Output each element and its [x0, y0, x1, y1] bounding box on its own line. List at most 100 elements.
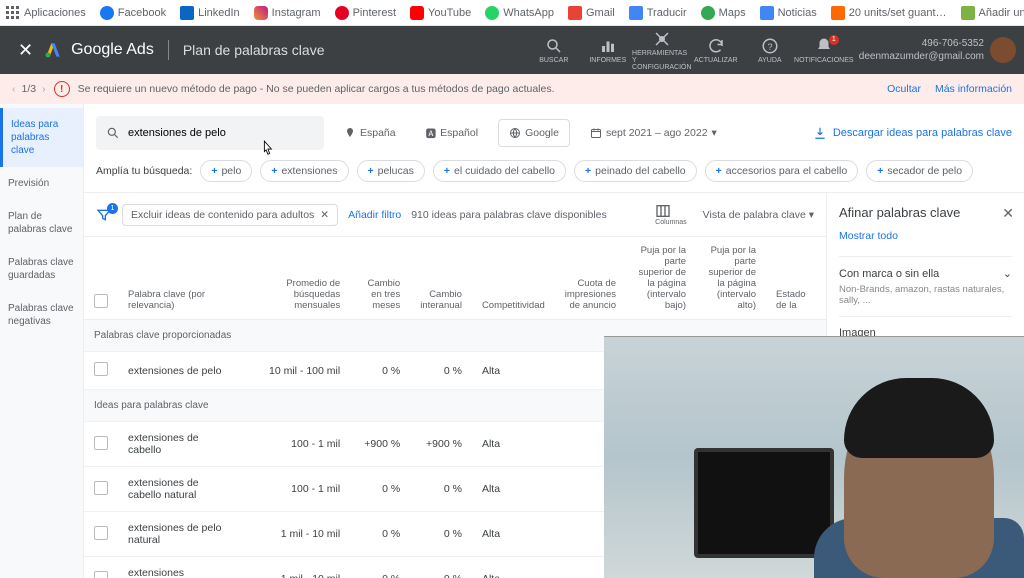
- tool-refresh[interactable]: Actualizar: [689, 37, 743, 64]
- broaden-pill[interactable]: +secador de pelo: [866, 160, 973, 182]
- brand-name: Google Ads: [71, 41, 154, 59]
- close-icon[interactable]: ✕: [320, 209, 329, 221]
- calendar-icon: [590, 127, 602, 139]
- broaden-pill[interactable]: +extensiones: [260, 160, 348, 182]
- select-all-checkbox[interactable]: [94, 294, 108, 308]
- col-bidhigh[interactable]: Puja por la parte superior de la página …: [696, 237, 766, 320]
- avatar[interactable]: [990, 37, 1016, 63]
- alert-counter: 1/3: [22, 83, 37, 95]
- location-selector[interactable]: España: [334, 119, 406, 147]
- bookmark-facebook[interactable]: Facebook: [100, 6, 166, 20]
- tool-settings[interactable]: Herramientas y configuración: [635, 30, 689, 71]
- bookmark-aliexpress[interactable]: 20 units/set guant…: [831, 6, 947, 20]
- language-selector[interactable]: 🅰Español: [416, 119, 488, 147]
- sidebar-item-negative-keywords[interactable]: Palabras clave negativas: [0, 292, 83, 338]
- cell-avg: 100 - 1 mil: [240, 422, 350, 467]
- col-impr[interactable]: Cuota de impresiones de anuncio: [555, 237, 626, 320]
- bookmark-pinterest[interactable]: Pinterest: [335, 6, 396, 20]
- apps-label: Aplicaciones: [24, 7, 86, 19]
- account-info[interactable]: 496-706-5352 deenmazumder@gmail.com: [859, 37, 984, 63]
- row-checkbox[interactable]: [94, 481, 108, 495]
- broaden-pill[interactable]: +peinado del cabello: [574, 160, 697, 182]
- row-checkbox[interactable]: [94, 362, 108, 376]
- row-checkbox[interactable]: [94, 436, 108, 450]
- broaden-pill[interactable]: +pelucas: [357, 160, 425, 182]
- webcam-overlay: [604, 336, 1024, 578]
- bookmark-translate[interactable]: Traducir: [629, 6, 687, 20]
- cell-chgy: 0 %: [410, 512, 472, 557]
- cell-chgy: 0 %: [410, 467, 472, 512]
- cell-chgy: 0 %: [410, 557, 472, 578]
- filter-icon[interactable]: 1: [96, 207, 112, 223]
- bookmark-instagram[interactable]: Instagram: [254, 6, 321, 20]
- bookmark-youtube[interactable]: YouTube: [410, 6, 471, 20]
- refine-show-all[interactable]: Mostrar todo: [839, 230, 1012, 242]
- alert-nav: ‹ 1/3 ›: [12, 83, 46, 95]
- alert-hide[interactable]: Ocultar: [887, 83, 921, 95]
- download-ideas[interactable]: Descargar ideas para palabras clave: [813, 126, 1012, 140]
- close-button[interactable]: ✕: [8, 40, 43, 61]
- broaden-search-row: Amplía tu búsqueda: +pelo +extensiones +…: [84, 156, 1024, 193]
- cell-avg: 1 mil - 10 mil: [240, 512, 350, 557]
- col-comp[interactable]: Competitividad: [472, 237, 555, 320]
- col-chgy[interactable]: Cambio interanual: [410, 237, 472, 320]
- cell-comp: Alta: [472, 512, 555, 557]
- search-box[interactable]: [96, 116, 324, 150]
- cell-comp: Alta: [472, 422, 555, 467]
- refine-close[interactable]: ✕: [1002, 205, 1014, 222]
- columns-icon: [655, 203, 671, 219]
- tool-reports[interactable]: Informes: [581, 37, 635, 64]
- row-checkbox[interactable]: [94, 526, 108, 540]
- apps-button[interactable]: Aplicaciones: [6, 6, 86, 20]
- sidebar-item-forecast[interactable]: Previsión: [0, 167, 83, 200]
- sidebar-item-saved-keywords[interactable]: Palabras clave guardadas: [0, 246, 83, 292]
- view-selector[interactable]: Vista de palabra clave ▾: [703, 209, 814, 221]
- bookmark-whatsapp[interactable]: WhatsApp: [485, 6, 554, 20]
- cell-comp: Alta: [472, 557, 555, 578]
- tool-help[interactable]: ?Ayuda: [743, 37, 797, 64]
- sidebar-item-keyword-ideas[interactable]: Ideas para palabras clave: [0, 108, 83, 167]
- columns-button[interactable]: Columnas: [655, 203, 687, 226]
- alert-more[interactable]: Más información: [935, 83, 1012, 95]
- bookmark-maps[interactable]: Maps: [701, 6, 746, 20]
- broaden-pill[interactable]: +pelo: [200, 160, 252, 182]
- bookmark-prestashop[interactable]: Añadir una nueva e…: [961, 6, 1024, 20]
- warning-icon: !: [54, 81, 70, 97]
- col-avg[interactable]: Promedio de búsquedas mensuales: [240, 237, 350, 320]
- broaden-pill[interactable]: +el cuidado del cabello: [433, 160, 566, 182]
- col-chg3[interactable]: Cambio en tres meses: [350, 237, 410, 320]
- cell-avg: 100 - 1 mil: [240, 467, 350, 512]
- network-selector[interactable]: Google: [498, 119, 570, 147]
- bookmarks-bar: Aplicaciones Facebook LinkedIn Instagram…: [0, 0, 1024, 26]
- chevron-down-icon: ⌄: [1003, 267, 1012, 280]
- add-filter[interactable]: Añadir filtro: [348, 209, 401, 221]
- bookmark-linkedin[interactable]: LinkedIn: [180, 6, 240, 20]
- bookmark-news[interactable]: Noticias: [760, 6, 817, 20]
- pin-icon: [344, 127, 356, 139]
- cell-chg3: 0 %: [350, 512, 410, 557]
- ideas-count: 910 ideas para palabras clave disponible…: [411, 209, 607, 221]
- tool-search[interactable]: Buscar: [527, 37, 581, 64]
- filter-tag[interactable]: Excluir ideas de contenido para adultos✕: [122, 204, 338, 226]
- cell-chg3: 0 %: [350, 467, 410, 512]
- broaden-label: Amplía tu búsqueda:: [96, 165, 192, 177]
- page-title: Plan de palabras clave: [183, 42, 325, 58]
- col-keyword[interactable]: Palabra clave (por relevancia): [118, 237, 240, 320]
- broaden-pill[interactable]: +accesorios para el cabello: [705, 160, 859, 182]
- svg-text:?: ?: [767, 41, 772, 51]
- cell-chgy: 0 %: [410, 352, 472, 390]
- alert-prev[interactable]: ‹: [12, 83, 16, 95]
- search-input[interactable]: [128, 127, 314, 139]
- cell-keyword: extensiones de pelo natural: [118, 512, 240, 557]
- alert-next[interactable]: ›: [42, 83, 46, 95]
- date-range-selector[interactable]: sept 2021 – ago 2022 ▾: [580, 119, 727, 147]
- refine-section-brand[interactable]: Con marca o sin ella⌄ Non-Brands, amazon…: [839, 256, 1012, 316]
- bookmark-gmail[interactable]: Gmail: [568, 6, 615, 20]
- row-checkbox[interactable]: [94, 571, 108, 578]
- col-state[interactable]: Estado de la: [766, 237, 826, 320]
- sidebar-item-keyword-plan[interactable]: Plan de palabras clave: [0, 200, 83, 246]
- app-header: ✕ Google Ads Plan de palabras clave Busc…: [0, 26, 1024, 74]
- tool-notifications[interactable]: 1Notificaciones: [797, 37, 851, 64]
- cell-keyword: extensiones de cabello: [118, 422, 240, 467]
- col-bidlow[interactable]: Puja por la parte superior de la página …: [626, 237, 696, 320]
